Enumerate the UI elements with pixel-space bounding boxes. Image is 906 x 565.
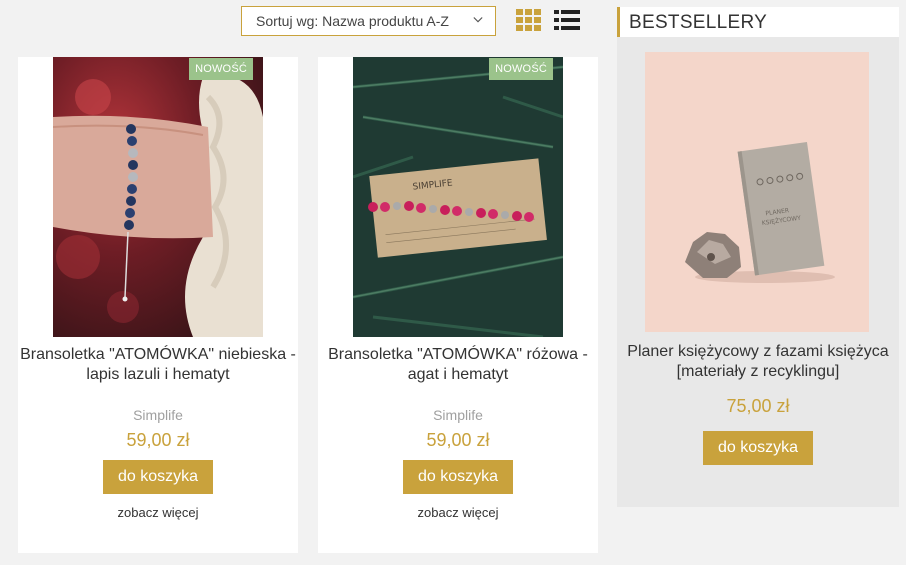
- product-brand: Simplife: [433, 407, 483, 423]
- bestsellers-header: BESTSELLERY: [617, 7, 899, 37]
- see-more-link[interactable]: zobacz więcej: [18, 505, 298, 520]
- product-name[interactable]: Bransoletka "ATOMÓWKA" różowa - agat i h…: [318, 345, 598, 385]
- product-price: 59,00 zł: [426, 430, 490, 450]
- product-price: 59,00 zł: [126, 430, 190, 450]
- bestsellers-title: BESTSELLERY: [629, 12, 768, 33]
- product-image[interactable]: SIMPLIFE NOWOŚĆ: [353, 57, 563, 337]
- list-view-icon[interactable]: [554, 9, 580, 31]
- product-brand: Simplife: [133, 407, 183, 423]
- product-card: NOWOŚĆ Bransoletka "ATOMÓWKA" niebieska …: [18, 57, 298, 553]
- product-image[interactable]: NOWOŚĆ: [53, 57, 263, 337]
- add-to-cart-button[interactable]: do koszyka: [103, 460, 213, 494]
- bestsellers-panel: BESTSELLERY PLANER KSIĘŻYCOWY Planer ksi…: [617, 7, 899, 507]
- add-to-cart-button[interactable]: do koszyka: [403, 460, 513, 494]
- new-badge: NOWOŚĆ: [489, 58, 553, 80]
- product-card: SIMPLIFE NOWOŚĆ Bransoletka "ATOMÓWKA" r…: [318, 57, 598, 553]
- see-more-link[interactable]: zobacz więcej: [318, 505, 598, 520]
- product-name[interactable]: Bransoletka "ATOMÓWKA" niebieska - lapis…: [18, 345, 298, 385]
- bestseller-image[interactable]: PLANER KSIĘŻYCOWY: [645, 52, 869, 332]
- sort-label: Sortuj wg: Nazwa produktu A-Z: [256, 13, 449, 29]
- add-to-cart-button[interactable]: do koszyka: [703, 431, 813, 465]
- new-badge: NOWOŚĆ: [189, 58, 253, 80]
- chevron-down-icon: [473, 17, 483, 23]
- bestseller-name[interactable]: Planer księżycowy z fazami księżyca [mat…: [627, 342, 889, 382]
- sort-dropdown[interactable]: Sortuj wg: Nazwa produktu A-Z: [241, 6, 496, 36]
- bestseller-price: 75,00 zł: [726, 396, 790, 416]
- grid-view-icon[interactable]: [516, 9, 542, 31]
